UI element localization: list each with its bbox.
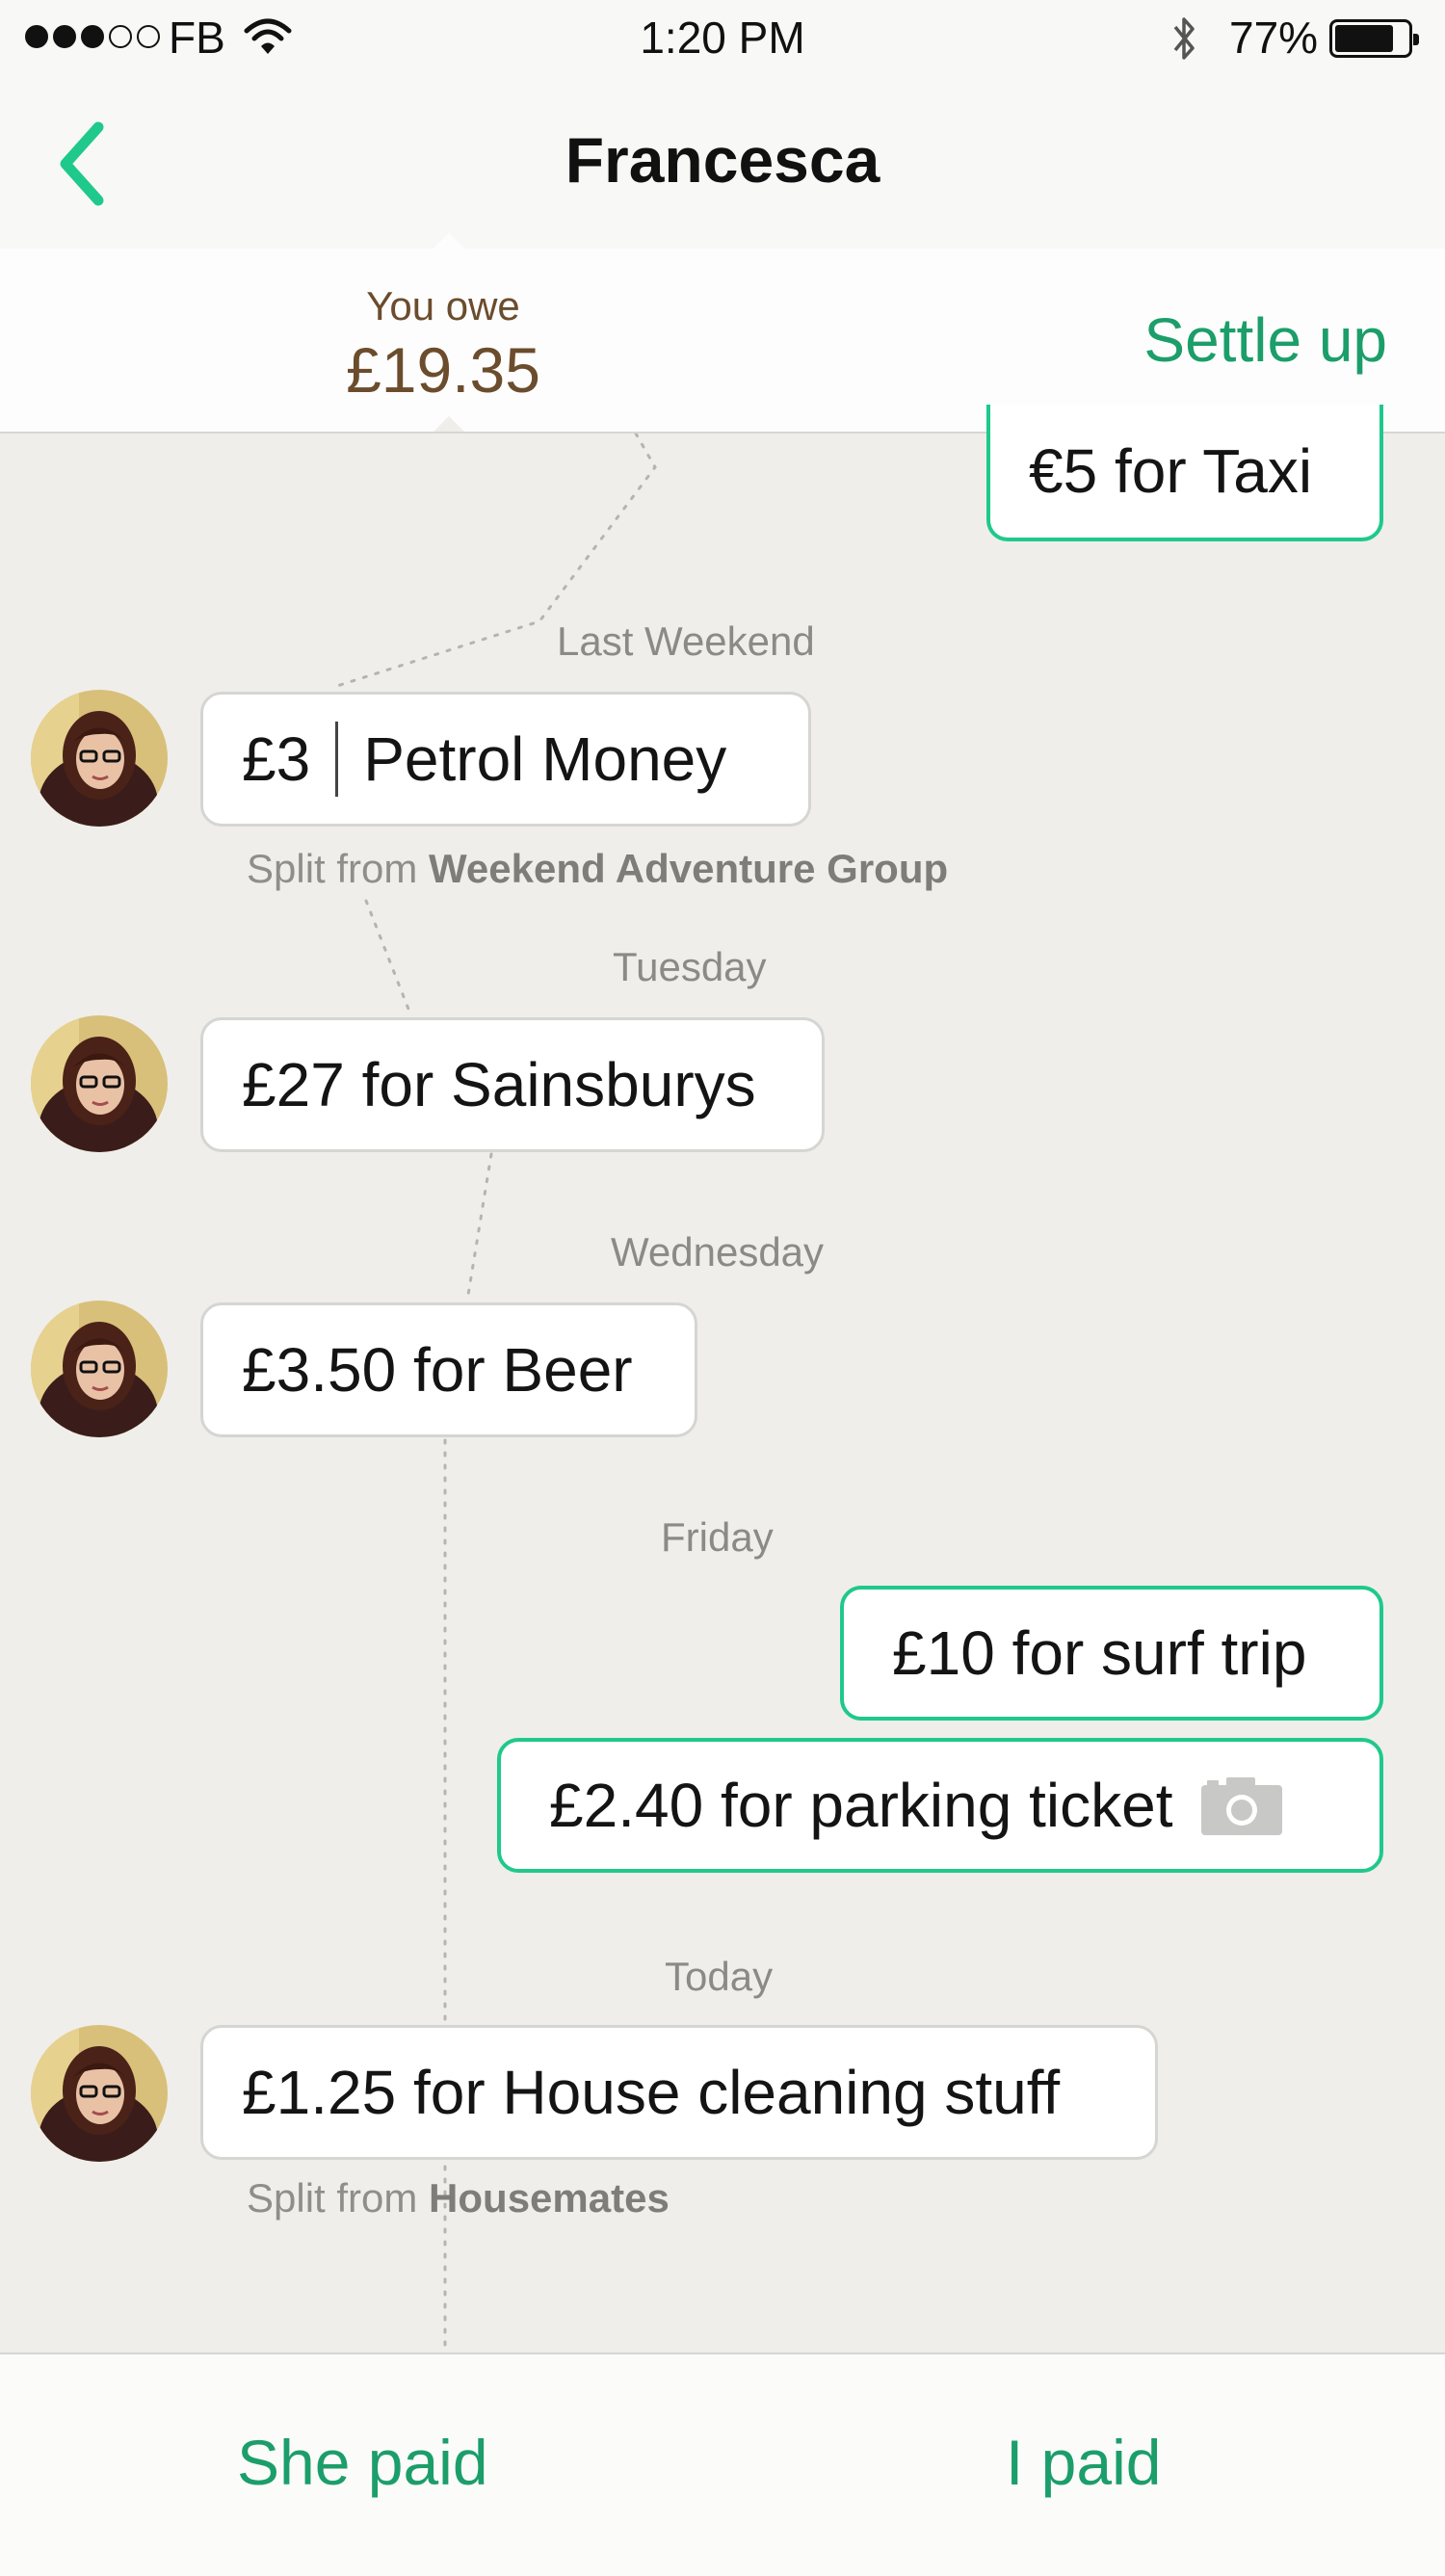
date-label-wednesday: Wednesday: [611, 1229, 825, 1275]
navigation-bar: Francesca: [0, 77, 1445, 250]
status-time: 1:20 PM: [640, 13, 805, 63]
avatar: [31, 2025, 168, 2162]
avatar: [31, 1015, 168, 1152]
split-group-name[interactable]: Weekend Adventure Group: [429, 846, 948, 891]
expense-text: €5 for Taxi: [1029, 436, 1313, 506]
balance-notch-top: [434, 233, 464, 249]
she-paid-button[interactable]: She paid: [237, 2426, 488, 2499]
expense-text: £1.25 for House cleaning stuff: [242, 2058, 1061, 2127]
expense-text: £10 for surf trip: [892, 1618, 1307, 1688]
date-label-friday: Friday: [661, 1514, 774, 1560]
split-note-house-cleaning: Split from Housemates: [247, 2175, 670, 2221]
expense-bubble-surf-trip[interactable]: £10 for surf trip: [840, 1586, 1383, 1721]
camera-icon: [1201, 1777, 1283, 1835]
expense-text: £2.40 for parking ticket: [549, 1771, 1173, 1840]
owe-amount: £19.35: [346, 334, 540, 406]
expense-text: £27 for Sainsburys: [242, 1050, 756, 1119]
i-paid-button[interactable]: I paid: [1006, 2426, 1161, 2499]
expense-bubble-petrol[interactable]: £3 Petrol Money: [200, 692, 811, 827]
expense-bubble-parking-ticket[interactable]: £2.40 for parking ticket: [497, 1738, 1383, 1873]
bluetooth-icon: [1173, 17, 1195, 60]
expense-bubble-house-cleaning[interactable]: £1.25 for House cleaning stuff: [200, 2025, 1158, 2160]
expense-amount: £3: [242, 724, 311, 794]
status-bar: FB 1:20 PM 77%: [0, 0, 1445, 77]
date-label-today: Today: [665, 1954, 774, 1999]
avatar: [31, 690, 168, 827]
date-label-last-weekend: Last Weekend: [557, 618, 815, 664]
expense-text: £3.50 for Beer: [242, 1335, 633, 1405]
settle-up-button[interactable]: Settle up: [1143, 304, 1387, 376]
avatar: [31, 1301, 168, 1437]
bottom-action-bar: She paid I paid: [0, 2353, 1445, 2576]
balance-notch-bottom: [434, 416, 464, 432]
amount-divider: [335, 722, 339, 797]
expense-bubble-beer[interactable]: £3.50 for Beer: [200, 1302, 697, 1437]
expense-bubble-taxi[interactable]: €5 for Taxi: [986, 405, 1383, 541]
split-group-name[interactable]: Housemates: [429, 2175, 670, 2221]
split-prefix: Split from: [247, 846, 418, 891]
battery-icon: [1329, 19, 1419, 58]
transaction-timeline: €5 for Taxi Last Weekend £3 Petrol Money…: [0, 405, 1445, 2351]
split-note-petrol: Split from Weekend Adventure Group: [247, 846, 948, 892]
split-prefix: Split from: [247, 2175, 418, 2221]
page-title: Francesca: [565, 124, 880, 196]
battery-percentage: 77%: [1229, 13, 1319, 63]
owe-label: You owe: [366, 283, 520, 329]
date-label-tuesday: Tuesday: [613, 944, 767, 989]
expense-bubble-sainsburys[interactable]: £27 for Sainsburys: [200, 1017, 825, 1152]
expense-description: Petrol Money: [363, 724, 727, 794]
